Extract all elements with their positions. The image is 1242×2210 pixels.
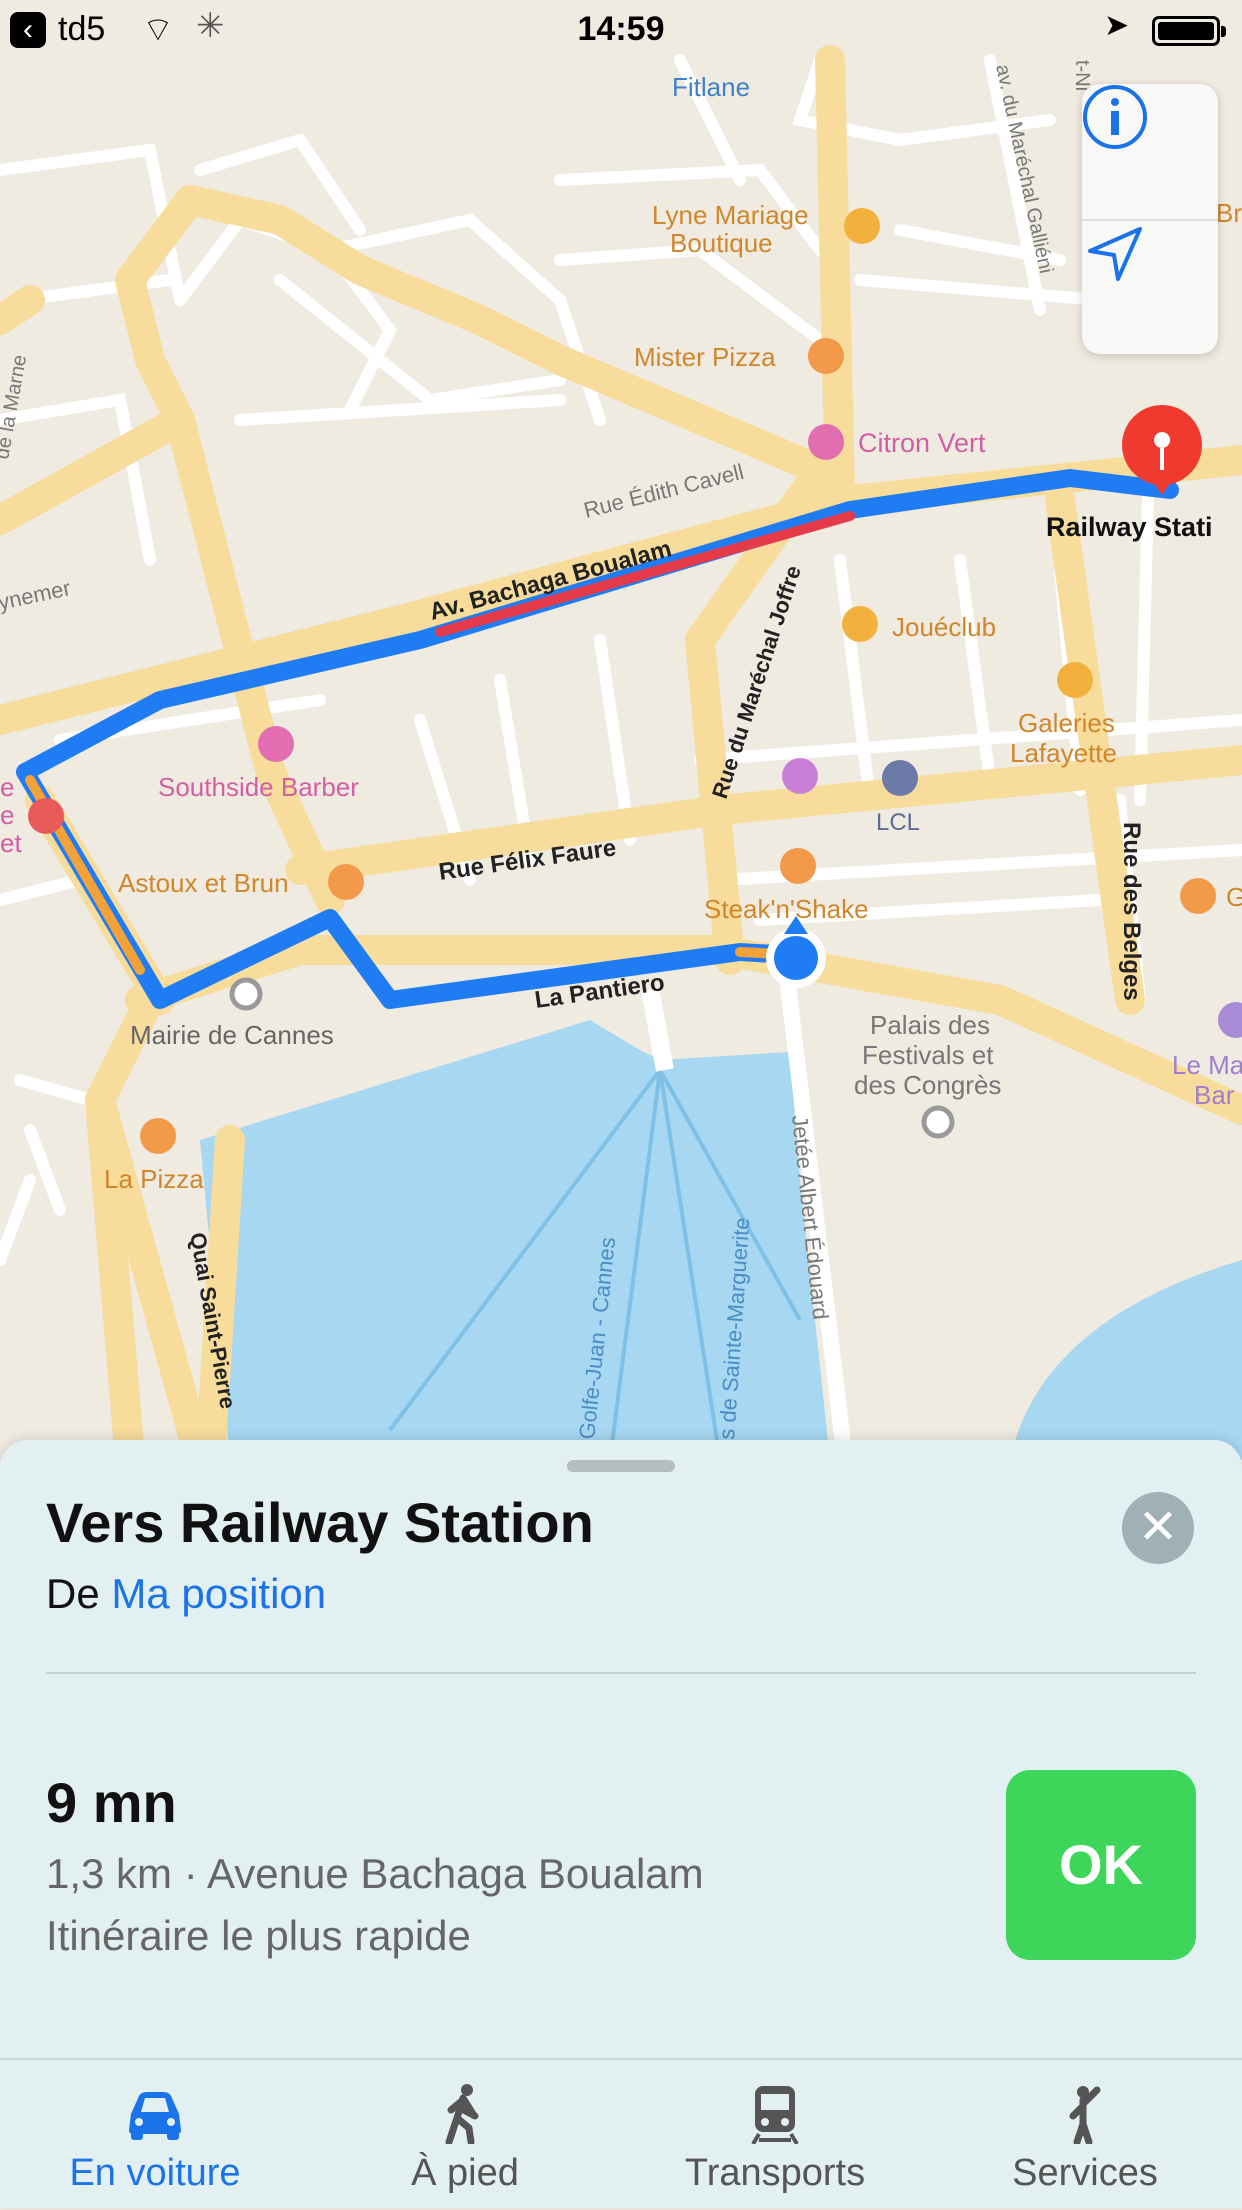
taxi-hail-icon [1069, 2086, 1101, 2144]
tab-services[interactable]: Services [930, 2060, 1240, 2210]
directions-title: Vers Railway Station [46, 1491, 594, 1554]
route-type: Itinéraire le plus rapide [46, 1912, 471, 1959]
location-arrow-icon [1088, 227, 1142, 281]
poi-bank-icon [882, 760, 918, 796]
label-e-left2: e [0, 800, 14, 830]
tab-transit[interactable]: Transports [620, 2060, 930, 2210]
locate-button[interactable] [1082, 221, 1218, 356]
label-br: Br [1216, 198, 1242, 228]
car-icon [129, 2092, 181, 2140]
label-le-ma-2: Bar [1194, 1080, 1235, 1110]
transport-mode-tabbar: En voiture À pied Transports Services [0, 2058, 1242, 2210]
label-g: G [1226, 882, 1242, 912]
map-controls [1082, 84, 1218, 354]
close-button[interactable]: ✕ [1122, 1492, 1194, 1564]
tab-services-label: Services [1012, 2152, 1158, 2194]
directions-sheet: Vers Railway Station De Ma position ✕ 9 … [0, 1440, 1242, 2208]
poi-palais-icon [921, 1105, 955, 1139]
poi-lapizza-icon [140, 1118, 176, 1154]
label-southside: Southside Barber [158, 772, 359, 802]
label-palais-2: Festivals et [862, 1040, 994, 1070]
poi-barber-icon [258, 726, 294, 762]
tab-driving[interactable]: En voiture [0, 2060, 310, 2210]
label-mairie: Mairie de Cannes [130, 1020, 334, 1050]
walking-icon [445, 2084, 479, 2144]
route-duration: 9 mn [46, 1771, 177, 1834]
sheet-divider [46, 1672, 1196, 1674]
poi-pet-icon [28, 798, 64, 834]
directions-from: De Ma position [46, 1570, 326, 1618]
from-location-link[interactable]: Ma position [111, 1570, 326, 1617]
label-lyne-2: Boutique [670, 228, 773, 258]
poi-cinema-icon [782, 758, 818, 794]
poi-steak-icon [780, 848, 816, 884]
label-e-left: e [0, 772, 14, 802]
poi-g-icon [1180, 878, 1216, 914]
status-bar: ‹ td5 ⌔ ✳ 14:59 ➤ [0, 0, 1242, 60]
train-icon [751, 2086, 799, 2144]
label-mister-pizza: Mister Pizza [634, 342, 776, 372]
poi-galeries-icon [1057, 662, 1093, 698]
label-fitlane: Fitlane [672, 72, 750, 102]
map-canvas: Fitlane Lyne Mariage Boutique Mister Piz… [0, 0, 1242, 1460]
poi-pizza-icon [808, 338, 844, 374]
sheet-grabber[interactable] [567, 1460, 675, 1472]
label-lcl: LCL [876, 809, 920, 836]
info-icon [1083, 85, 1147, 149]
tab-transit-label: Transports [684, 2152, 866, 2194]
battery-icon [1152, 16, 1226, 46]
label-le-ma-1: Le Ma [1172, 1050, 1242, 1080]
tab-walking[interactable]: À pied [310, 2060, 620, 2210]
poi-mairie-icon [229, 977, 263, 1011]
label-palais-1: Palais des [870, 1010, 990, 1040]
poi-joueclub-icon [842, 606, 878, 642]
poi-astoux-icon [328, 864, 364, 900]
location-services-icon: ➤ [1104, 9, 1130, 42]
poi-citronvert-icon [808, 424, 844, 460]
label-railway-station: Railway Stati [1046, 512, 1213, 542]
label-belges: Rue des Belges [1118, 822, 1145, 1001]
label-joueclub: Jouéclub [892, 612, 996, 642]
label-et-left: et [0, 828, 22, 858]
label-citron-vert: Citron Vert [858, 428, 986, 458]
label-la-pizza: La Pizza [104, 1164, 204, 1194]
route-details: 1,3 km · Avenue Bachaga Boualam [46, 1850, 704, 1897]
ok-button[interactable]: OK [1006, 1770, 1196, 1960]
from-prefix: De [46, 1570, 100, 1617]
label-lyne-1: Lyne Mariage [652, 200, 809, 230]
label-astoux: Astoux et Brun [118, 868, 289, 898]
label-galeries-1: Galeries [1018, 708, 1115, 738]
label-galeries-2: Lafayette [1010, 738, 1117, 768]
label-palais-3: des Congrès [854, 1070, 1001, 1100]
current-location-dot [774, 936, 818, 980]
label-steak: Steak'n'Shake [704, 894, 869, 924]
tab-walking-label: À pied [411, 2152, 519, 2194]
poi-boutique-icon [844, 208, 880, 244]
info-button[interactable] [1082, 84, 1218, 219]
tab-driving-label: En voiture [69, 2152, 241, 2194]
status-time: 14:59 [577, 10, 665, 48]
map-view[interactable]: Fitlane Lyne Mariage Boutique Mister Piz… [0, 0, 1242, 1460]
